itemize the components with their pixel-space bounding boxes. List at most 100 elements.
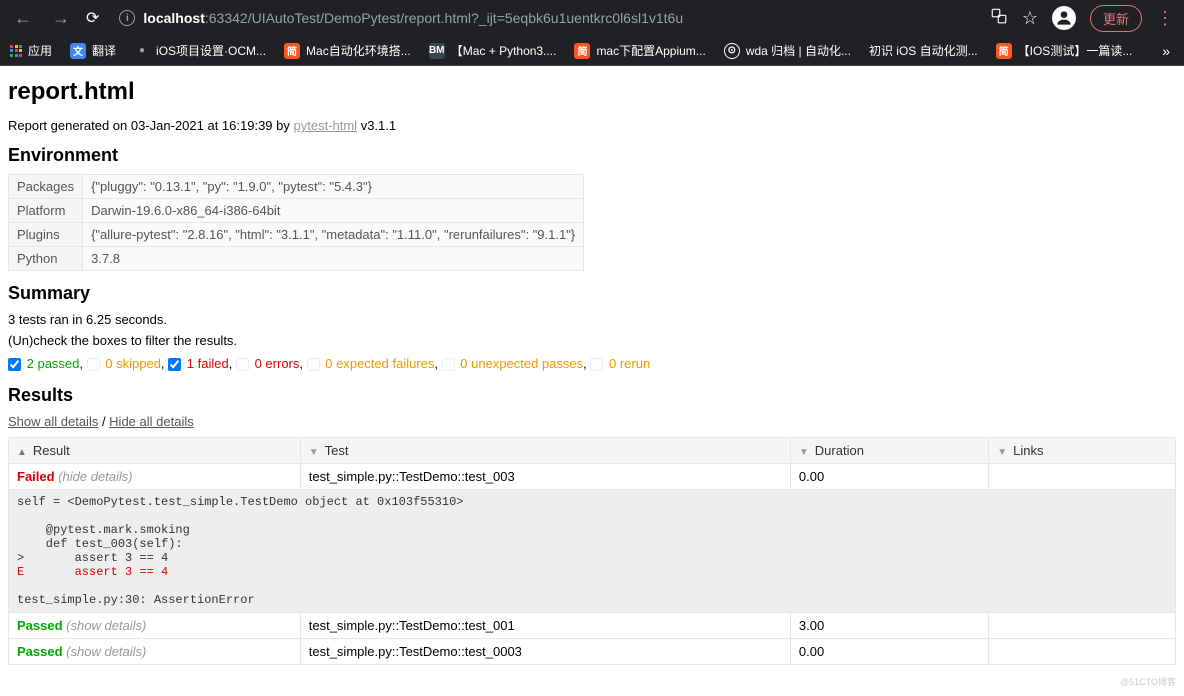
env-row: Packages{"pluggy": "0.13.1", "py": "1.9.… bbox=[9, 175, 584, 199]
generator-link[interactable]: pytest-html bbox=[294, 118, 358, 133]
col-links-header[interactable]: ▼Links bbox=[989, 438, 1176, 464]
results-table: ▲Result ▼Test ▼Duration ▼Links Failed (h… bbox=[8, 437, 1176, 665]
translate-icon[interactable] bbox=[990, 7, 1008, 30]
filter-rerun-checkbox bbox=[590, 358, 603, 371]
toggle-details-link[interactable]: (show details) bbox=[66, 618, 146, 633]
show-all-link[interactable]: Show all details bbox=[8, 414, 98, 429]
nav-forward-button[interactable]: → bbox=[48, 8, 74, 29]
result-filters: 2 passed, 0 skipped, 1 failed, 0 errors,… bbox=[8, 356, 1176, 371]
generated-text: Report generated on 03-Jan-2021 at 16:19… bbox=[8, 118, 294, 133]
favicon-icon: 简 bbox=[284, 43, 300, 59]
profile-avatar[interactable] bbox=[1052, 6, 1076, 30]
env-key: Platform bbox=[9, 199, 83, 223]
sort-icon: ▼ bbox=[309, 447, 319, 458]
result-row: Passed (show details) test_simple.py::Te… bbox=[9, 613, 1176, 639]
env-row: Python3.7.8 bbox=[9, 247, 584, 271]
toggle-details-link[interactable]: (show details) bbox=[66, 644, 146, 659]
test-cell: test_simple.py::TestDemo::test_0003 bbox=[300, 639, 790, 665]
bookmark-item[interactable]: ●iOS项目设置·OCM... bbox=[134, 42, 266, 59]
summary-line: 3 tests ran in 6.25 seconds. bbox=[8, 312, 1176, 327]
env-row: PlatformDarwin-19.6.0-x86_64-i386-64bit bbox=[9, 199, 584, 223]
env-value: {"pluggy": "0.13.1", "py": "1.9.0", "pyt… bbox=[83, 175, 584, 199]
favicon-icon: ⊙ bbox=[724, 43, 740, 59]
bookmark-item[interactable]: 简【IOS测试】一篇读... bbox=[996, 42, 1133, 59]
browser-menu-icon[interactable]: ⋮ bbox=[1156, 8, 1174, 29]
traceback-cell: self = <DemoPytest.test_simple.TestDemo … bbox=[9, 490, 1176, 613]
apps-grid-icon bbox=[10, 45, 22, 57]
generator-version: v3.1.1 bbox=[357, 118, 396, 133]
filter-xfailed-label: 0 expected failures bbox=[325, 356, 434, 371]
browser-top-bar: ← → ⟳ i localhost:63342/UIAutoTest/DemoP… bbox=[0, 0, 1184, 36]
bookmark-item[interactable]: 文翻译 bbox=[70, 42, 116, 59]
favicon-icon: 文 bbox=[70, 43, 86, 59]
address-bar[interactable]: i localhost:63342/UIAutoTest/DemoPytest/… bbox=[111, 6, 977, 30]
url-port: :63342 bbox=[205, 10, 248, 26]
summary-heading: Summary bbox=[8, 283, 1176, 304]
watermark: @51CTO博客 bbox=[1120, 675, 1176, 688]
filter-rerun-label: 0 rerun bbox=[609, 356, 650, 371]
result-cell: Passed (show details) bbox=[9, 639, 301, 665]
env-value: {"allure-pytest": "2.8.16", "html": "3.1… bbox=[83, 223, 584, 247]
env-value: 3.7.8 bbox=[83, 247, 584, 271]
col-duration-header[interactable]: ▼Duration bbox=[790, 438, 988, 464]
col-test-header[interactable]: ▼Test bbox=[300, 438, 790, 464]
bookmark-label: 翻译 bbox=[92, 42, 116, 59]
reload-button[interactable]: ⟳ bbox=[86, 8, 99, 28]
report-meta: Report generated on 03-Jan-2021 at 16:19… bbox=[8, 118, 1176, 133]
nav-back-button[interactable]: ← bbox=[10, 8, 36, 29]
result-row: Passed (show details) test_simple.py::Te… bbox=[9, 639, 1176, 665]
bookmark-item[interactable]: BM【Mac + Python3.... bbox=[429, 42, 557, 59]
bookmark-star-icon[interactable]: ☆ bbox=[1022, 8, 1038, 29]
col-result-header[interactable]: ▲Result bbox=[9, 438, 301, 464]
bookmark-label: mac下配置Appium... bbox=[596, 42, 705, 59]
filter-passed-label: 2 passed bbox=[27, 356, 80, 371]
hide-all-link[interactable]: Hide all details bbox=[109, 414, 194, 429]
test-cell: test_simple.py::TestDemo::test_003 bbox=[300, 464, 790, 490]
result-status: Passed bbox=[17, 618, 63, 633]
filter-xfailed-checkbox bbox=[307, 358, 320, 371]
bookmark-item[interactable]: 简Mac自动化环境搭... bbox=[284, 42, 411, 59]
apps-label: 应用 bbox=[28, 42, 52, 59]
bookmarks-bar: 应用 文翻译 ●iOS项目设置·OCM... 简Mac自动化环境搭... BM【… bbox=[0, 36, 1184, 66]
links-cell bbox=[989, 464, 1176, 490]
filter-failed-checkbox[interactable] bbox=[168, 358, 181, 371]
result-status: Passed bbox=[17, 644, 63, 659]
result-cell: Failed (hide details) bbox=[9, 464, 301, 490]
update-button[interactable]: 更新 bbox=[1090, 5, 1142, 32]
bookmark-item[interactable]: 简 mac下配置Appium... bbox=[574, 42, 705, 59]
toggle-details-link[interactable]: (hide details) bbox=[58, 469, 132, 484]
favicon-icon: 简 bbox=[996, 43, 1012, 59]
duration-cell: 0.00 bbox=[790, 639, 988, 665]
result-status: Failed bbox=[17, 469, 55, 484]
filter-passed[interactable]: 2 passed, bbox=[8, 356, 83, 371]
bookmark-item[interactable]: ⊙ wda 归档 | 自动化... bbox=[724, 42, 851, 59]
apps-shortcut[interactable]: 应用 bbox=[10, 42, 52, 59]
environment-table: Packages{"pluggy": "0.13.1", "py": "1.9.… bbox=[8, 174, 584, 271]
filter-errors-checkbox bbox=[236, 358, 249, 371]
filter-errors-label: 0 errors bbox=[255, 356, 300, 371]
filter-hint: (Un)check the boxes to filter the result… bbox=[8, 333, 1176, 348]
results-heading: Results bbox=[8, 385, 1176, 406]
bookmarks-overflow-icon[interactable]: » bbox=[1162, 43, 1174, 59]
bookmark-label: 【IOS测试】一篇读... bbox=[1018, 42, 1133, 59]
bookmark-label: wda 归档 | 自动化... bbox=[746, 42, 851, 59]
filter-rerun: 0 rerun bbox=[590, 356, 650, 371]
bookmark-label: iOS项目设置·OCM... bbox=[156, 42, 266, 59]
filter-skipped: 0 skipped, bbox=[87, 356, 165, 371]
traceback-row: self = <DemoPytest.test_simple.TestDemo … bbox=[9, 490, 1176, 613]
favicon-icon: 简 bbox=[574, 43, 590, 59]
site-info-icon[interactable]: i bbox=[119, 10, 135, 26]
env-value: Darwin-19.6.0-x86_64-i386-64bit bbox=[83, 199, 584, 223]
links-cell bbox=[989, 639, 1176, 665]
filter-failed[interactable]: 1 failed, bbox=[168, 356, 232, 371]
favicon-icon: BM bbox=[429, 43, 445, 59]
filter-skipped-label: 0 skipped bbox=[105, 356, 161, 371]
env-row: Plugins{"allure-pytest": "2.8.16", "html… bbox=[9, 223, 584, 247]
filter-failed-label: 1 failed bbox=[187, 356, 229, 371]
url-path: /UIAutoTest/DemoPytest/report.html?_ijt=… bbox=[248, 10, 683, 26]
links-cell bbox=[989, 613, 1176, 639]
page-title: report.html bbox=[8, 78, 1176, 106]
bookmark-item[interactable]: 初识 iOS 自动化测... bbox=[869, 42, 978, 59]
results-header-row: ▲Result ▼Test ▼Duration ▼Links bbox=[9, 438, 1176, 464]
filter-passed-checkbox[interactable] bbox=[8, 358, 21, 371]
